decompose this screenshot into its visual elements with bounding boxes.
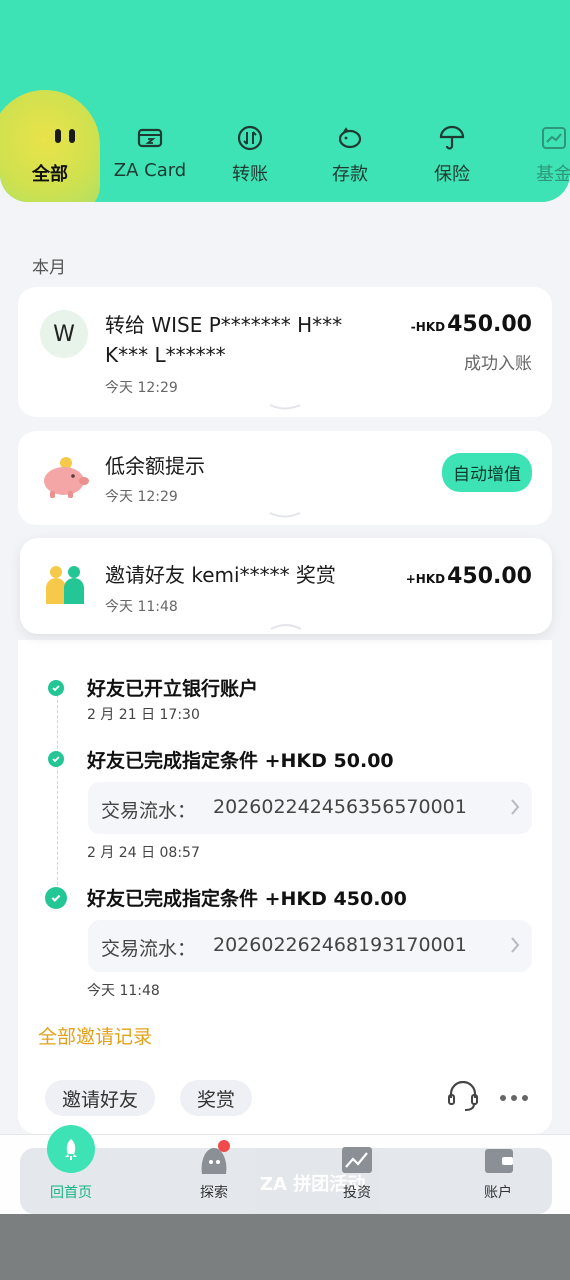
check-icon	[48, 751, 64, 767]
auto-topup-button[interactable]: 自动增值	[442, 453, 532, 492]
chevron-right-icon	[511, 937, 520, 953]
tab-deposit-label: 存款	[332, 164, 368, 185]
tab-all[interactable]: 全部	[0, 0, 100, 202]
piggy-bank-icon	[338, 127, 362, 149]
tab-za-card[interactable]: ZA Card	[100, 0, 200, 202]
step-date: 2 月 24 日 08:57	[87, 845, 200, 861]
tx-label: 交易流水：	[101, 800, 197, 822]
system-navigation-bar	[0, 1214, 570, 1280]
piggy-bank-icon	[44, 457, 89, 498]
tx-id: 20260224245635657000​1	[213, 796, 467, 818]
invest-icon	[342, 1147, 372, 1173]
transfer-title-line2: K*** L******	[105, 343, 226, 367]
low-balance-time: 今天 12:29	[105, 489, 178, 505]
step-title: 好友已完成指定条件 +HKD 450.00	[87, 888, 407, 910]
tab-fund[interactable]: 基金	[504, 0, 570, 202]
explore-icon	[201, 1140, 230, 1174]
chart-icon	[542, 127, 566, 149]
tab-insurance[interactable]: 保险	[400, 0, 504, 202]
tab-insurance-label: 保险	[434, 164, 470, 185]
wallet-icon	[485, 1149, 513, 1173]
tab-all-label: 全部	[32, 164, 68, 185]
invite-amount: +HKD450.00	[406, 564, 532, 589]
nav-account-label: 账户	[484, 1185, 512, 1201]
transfer-time: 今天 12:29	[105, 380, 178, 396]
tab-transfer[interactable]: 转账	[200, 0, 300, 202]
transfer-card[interactable]: W 转给 WISE P******* H*** K*** L****** 今天 …	[18, 287, 552, 417]
check-icon	[45, 887, 67, 909]
customer-service-icon[interactable]	[446, 1081, 480, 1113]
check-icon	[48, 680, 64, 696]
more-icon[interactable]	[499, 1094, 529, 1102]
currency-label: -HKD	[410, 320, 446, 334]
tab-deposit[interactable]: 存款	[300, 0, 400, 202]
transfer-icon	[237, 125, 263, 151]
chevron-up-icon	[270, 624, 302, 630]
tab-transfer-label: 转账	[232, 164, 268, 185]
nav-invest-label: 投资	[343, 1185, 371, 1201]
transfer-title: 转给 WISE P******* H*** K*** L******	[105, 310, 342, 370]
chevron-down-icon	[269, 512, 301, 518]
invite-card[interactable]: 邀请好友 kemi***** 奖赏 今天 11:48 +HKD450.00	[20, 538, 552, 634]
step-date: 今天 11:48	[87, 983, 160, 999]
umbrella-icon	[439, 125, 465, 150]
chevron-down-icon	[269, 404, 301, 410]
transaction-row[interactable]: 交易流水： 20260224245635657000​1	[88, 782, 532, 834]
low-balance-title: 低余额提示	[105, 454, 205, 478]
transfer-status: 成功入账	[464, 354, 532, 374]
month-label: 本月	[32, 258, 66, 278]
avatar: W	[40, 310, 88, 358]
step-date: 2 月 21 日 17:30	[87, 707, 200, 723]
promo-banner[interactable]: ZA 拼团活动	[20, 1148, 552, 1214]
timeline-line	[57, 695, 58, 895]
transfer-title-line1: 转给 WISE P******* H***	[105, 313, 343, 337]
reward-chip[interactable]: 奖赏	[180, 1080, 253, 1116]
home-button[interactable]	[47, 1125, 95, 1173]
transfer-amount: -HKD450.00	[411, 312, 532, 337]
invite-friends-chip[interactable]: 邀请好友	[45, 1080, 156, 1116]
step-title: 好友已完成指定条件 +HKD 50.00	[87, 750, 394, 772]
rocket-icon	[65, 1139, 77, 1160]
amount-value: 450.00	[447, 564, 532, 589]
invite-title: 邀请好友 kemi***** 奖赏	[105, 563, 336, 587]
tx-id: 202602262468193170001	[213, 934, 467, 956]
step-title: 好友已开立银行账户	[87, 678, 259, 700]
tx-label: 交易流水：	[101, 938, 197, 960]
amount-value: 450.00	[447, 312, 532, 337]
nav-explore-label: 探索	[200, 1185, 228, 1201]
nav-home-label: 回首页	[50, 1185, 92, 1201]
chevron-right-icon	[511, 799, 520, 815]
all-invite-records-link[interactable]: 全部邀请记录	[38, 1022, 152, 1049]
category-header: 全部 ZA Card 转账 存款 保险 基金	[0, 0, 570, 202]
tab-fund-label: 基金	[536, 164, 570, 185]
low-balance-card[interactable]: 低余额提示 今天 12:29 自动增值	[18, 431, 552, 525]
card-icon	[137, 128, 163, 148]
currency-label: +HKD	[405, 572, 446, 586]
invite-time: 今天 11:48	[105, 599, 178, 615]
transaction-row[interactable]: 交易流水： 202602262468193170001	[88, 920, 532, 972]
friends-icon	[46, 566, 84, 604]
tab-za-card-label: ZA Card	[113, 160, 187, 181]
